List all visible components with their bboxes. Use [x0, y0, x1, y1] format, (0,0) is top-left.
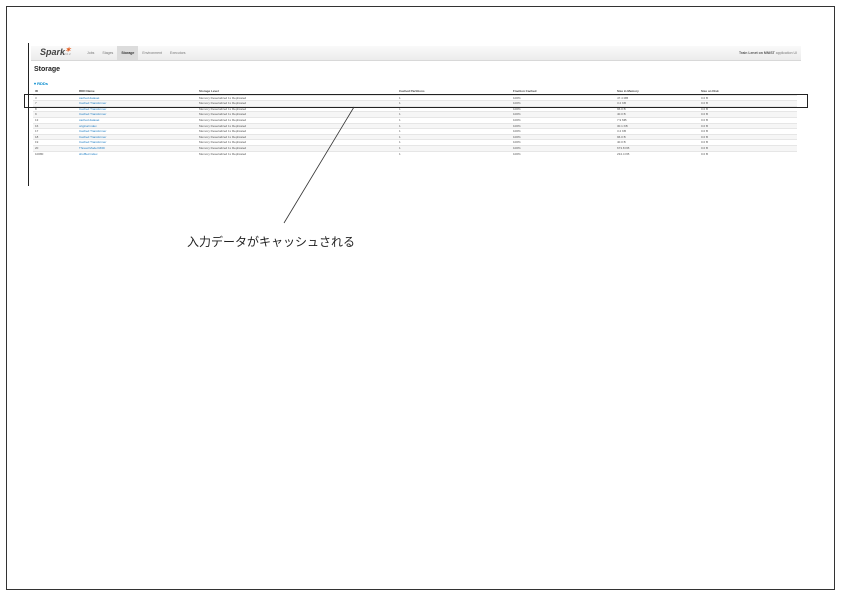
- callout-svg: [283, 106, 355, 224]
- callout-line: [283, 106, 355, 224]
- annotation-text: 入力データがキャッシュされる: [187, 235, 356, 249]
